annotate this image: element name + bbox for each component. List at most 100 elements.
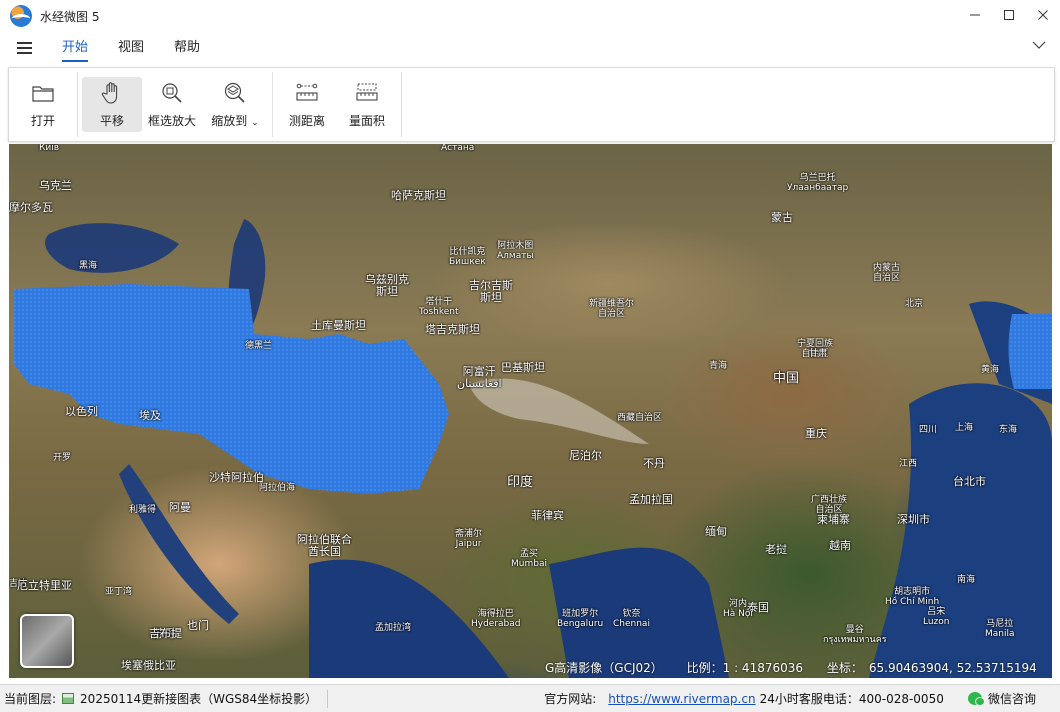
map-place-label: 埃及 <box>139 409 161 422</box>
tab-view[interactable]: 视图 <box>103 32 159 64</box>
hand-pan-icon <box>101 82 118 104</box>
map-place-label: 斋浦尔 Jaipur <box>455 529 483 549</box>
map-place-label: 厄立特里亚 <box>17 579 72 592</box>
map-scale: 比例：1 : 41876036 <box>686 661 804 675</box>
measure-distance-icon <box>296 83 318 101</box>
map-place-label: 比什凯克 Бишкек <box>449 247 486 267</box>
window-controls <box>958 0 1060 32</box>
map-place-label: 黄海 <box>981 365 1000 375</box>
status-bar: 当前图层: 20250114更新接图表（WGS84坐标投影） 官方网站: htt… <box>0 684 1060 712</box>
map-place-label: 蒙古 <box>771 211 793 224</box>
hamburger-menu-icon[interactable] <box>17 42 33 54</box>
map-place-label: 孟买 Mumbai <box>511 549 547 569</box>
coords-label: 坐标： <box>826 661 863 675</box>
map-place-label: 青海 <box>709 361 728 371</box>
map-place-label: 埃塞俄比亚 <box>121 659 176 672</box>
map-place-label: 班加罗尔 Bengaluru <box>557 609 604 629</box>
map-place-label: 西藏自治区 <box>617 413 663 423</box>
ribbon-group-file: 打开 <box>9 72 78 137</box>
map-place-label: 南海 <box>957 575 976 585</box>
zoom-layers-icon <box>224 82 245 103</box>
box-zoom-button[interactable]: 框选放大 <box>142 77 202 132</box>
tab-help[interactable]: 帮助 <box>159 32 215 64</box>
website-link[interactable]: https://www.rivermap.cn <box>608 692 755 706</box>
map-place-label: 不丹 <box>643 457 665 470</box>
map-place-label: 老挝 <box>765 543 787 556</box>
map-place-label: 阿拉木图 Алматы <box>497 241 534 261</box>
map-place-label: 孟加拉湾 <box>375 623 412 633</box>
map-place-label: 巴基斯坦 <box>501 361 545 374</box>
map-place-label: 台北市 <box>953 475 986 488</box>
measure-area-icon <box>356 83 378 101</box>
app-logo-icon <box>10 5 32 27</box>
map-place-label: 东海 <box>999 425 1018 435</box>
map-place-label: 内蒙古 自治区 <box>873 263 901 283</box>
map-place-label: Астана <box>441 144 475 153</box>
basemap-name: G高清影像（GCJ02） <box>545 661 663 675</box>
tab-home[interactable]: 开始 <box>47 32 103 64</box>
open-button[interactable]: 打开 <box>13 77 73 132</box>
map-place-label: 塔什干 Toshkent <box>419 297 459 317</box>
ribbon-collapse-chevron-icon[interactable] <box>1032 38 1046 52</box>
map-place-label: 阿富汗 افغانستان <box>457 365 502 391</box>
measure-distance-button[interactable]: 测距离 <box>277 77 337 132</box>
basemap-switcher-button[interactable] <box>20 614 74 668</box>
zoom-to-button[interactable]: 缩放到 ⌄ <box>202 77 268 132</box>
cursor-coordinates: 65.90463904, 52.53715194 <box>868 661 1037 675</box>
box-zoom-label: 框选放大 <box>147 114 196 128</box>
map-place-label: 深圳市 <box>897 513 930 526</box>
close-button[interactable] <box>1026 0 1060 30</box>
map-place-label: 河内 Hà Nội <box>723 599 753 619</box>
map-place-label: 江西 <box>899 459 918 469</box>
highlight-overlay-polygon[interactable] <box>14 284 449 494</box>
map-place-label: 乌兹别克 斯坦 <box>365 273 409 299</box>
map-place-label: 土库曼斯坦 <box>311 319 366 332</box>
map-place-label: 黑海 <box>79 261 98 271</box>
map-place-label: 海得拉巴 Hyderabad <box>471 609 521 629</box>
map-place-label: 新疆维吾尔 自治区 <box>589 299 635 319</box>
ribbon-group-measure: 测距离 量面积 <box>273 72 402 137</box>
menu-bar: 开始 视图 帮助 <box>0 32 1060 64</box>
zoom-box-icon <box>162 83 182 103</box>
minimize-button[interactable] <box>958 0 992 30</box>
measure-area-button[interactable]: 量面积 <box>337 77 397 132</box>
map-place-label: 利雅得 <box>129 505 157 515</box>
map-place-label: 阿曼 <box>169 501 191 514</box>
map-place-label: 塔吉克斯坦 <box>425 323 480 336</box>
map-place-label: 北京 <box>905 299 924 309</box>
map-place-label: 沙特阿拉伯 <box>209 471 264 484</box>
map-place-label: 柬埔寨 <box>817 513 850 526</box>
layer-icon <box>62 693 75 704</box>
map-place-label: 缅甸 <box>705 525 727 538</box>
wechat-label: 微信咨询 <box>987 692 1036 706</box>
wechat-consult-button[interactable]: 微信咨询 <box>967 690 1036 707</box>
map-place-label: 亚丁湾 <box>105 587 133 597</box>
current-layer-label: 当前图层: <box>4 692 57 706</box>
map-place-label: 马尼拉 Manila <box>985 619 1015 639</box>
map-canvas[interactable]: Київ 乌克兰 摩尔多瓦 黑海 Астана 哈萨克斯坦 比什凯克 Бишкек 阿拉木图 … <box>9 144 1052 678</box>
map-place-label: 吉尔吉斯 斯坦 <box>469 279 513 305</box>
highlight-overlay-polygon-east[interactable] <box>1008 314 1052 389</box>
map-place-label: 钦奈 Chennai <box>613 609 650 629</box>
wechat-icon <box>967 692 985 706</box>
maximize-icon <box>1004 10 1014 20</box>
pan-label: 平移 <box>99 114 124 128</box>
map-place-label: 也门 <box>187 619 209 632</box>
map-place-label: 乌克兰 <box>39 179 72 192</box>
measure-area-label: 量面积 <box>348 114 385 128</box>
red-sea-water <box>119 464 239 624</box>
measure-distance-label: 测距离 <box>288 114 325 128</box>
black-sea-water <box>45 223 179 273</box>
current-layer-name[interactable]: 20250114更新接图表（WGS84坐标投影） <box>80 690 317 707</box>
map-place-label: 曼谷 กรุงเทพมหานคร <box>823 625 887 645</box>
map-status-overlay: G高清影像（GCJ02） 比例：1 : 41876036 坐标： 65.90463… <box>545 659 1037 676</box>
folder-icon <box>32 86 54 102</box>
map-place-label: 开罗 <box>53 453 72 463</box>
hotline-text: 24小时客服电话：400-028-0050 <box>759 692 944 706</box>
pan-button[interactable]: 平移 <box>82 77 142 132</box>
website-label: 官方网站: <box>544 692 597 706</box>
minimize-icon <box>970 14 980 16</box>
ribbon-toolbar: 打开 平移 框选放大 缩放到 ⌄ 测距离 量面积 <box>8 67 1055 142</box>
title-bar: 水经微图 5 <box>0 0 1060 32</box>
maximize-button[interactable] <box>992 0 1026 30</box>
